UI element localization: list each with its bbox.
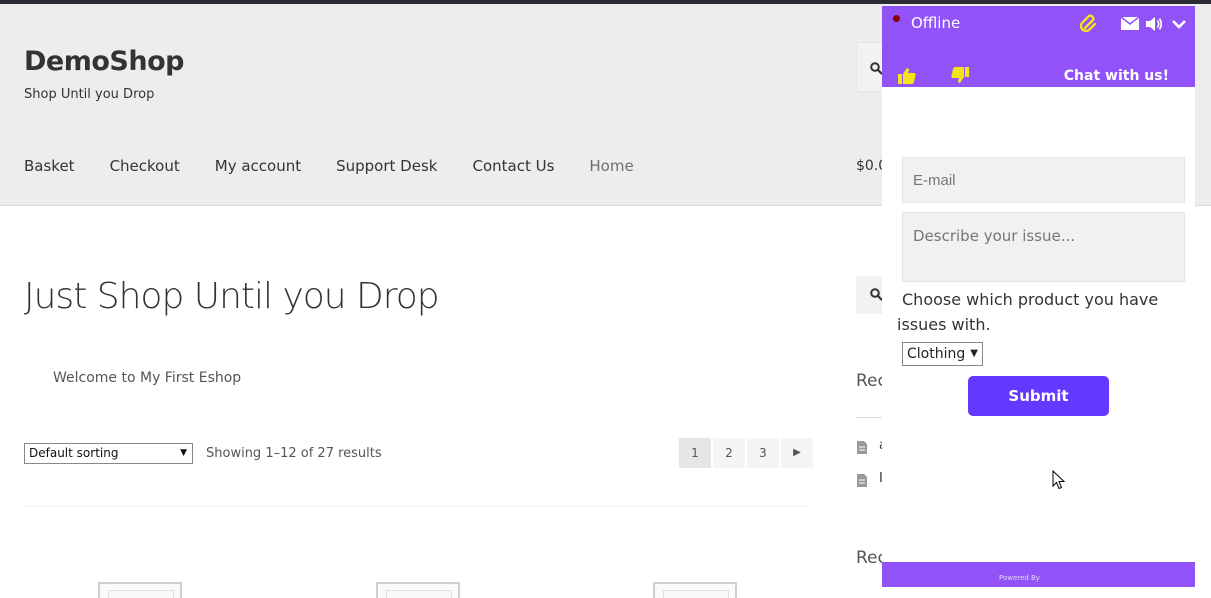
product-image[interactable] <box>653 582 737 598</box>
thumbs-up-icon[interactable] <box>898 67 916 84</box>
thumbs-down-icon[interactable] <box>951 67 969 84</box>
page-button-1[interactable]: 1 <box>679 438 711 468</box>
speaker-icon[interactable] <box>1145 16 1163 32</box>
product-select[interactable]: Clothing ▼ <box>902 342 983 366</box>
product-row-divider <box>24 506 809 507</box>
dropdown-arrow-icon: ▼ <box>970 348 978 359</box>
chat-issue-textarea[interactable] <box>902 212 1185 282</box>
product-image[interactable] <box>98 582 182 598</box>
mouse-cursor-icon <box>1052 470 1065 490</box>
nav-item-checkout[interactable]: Checkout <box>110 157 180 175</box>
document-icon <box>857 441 867 454</box>
chat-status: Offline <box>911 14 961 32</box>
nav-item-support-desk[interactable]: Support Desk <box>336 157 437 175</box>
results-count: Showing 1–12 of 27 results <box>206 446 382 461</box>
page-button-3[interactable]: 3 <box>747 438 779 468</box>
dropdown-arrow-icon: ▼ <box>180 448 187 458</box>
site-logo[interactable]: DemoShop <box>24 46 184 77</box>
chat-header: Offline Chat with us! <box>882 6 1195 87</box>
next-page-button[interactable]: ▶ <box>781 438 813 468</box>
pagination: 1 2 3 ▶ <box>679 438 815 468</box>
page-button-2[interactable]: 2 <box>713 438 745 468</box>
sort-select[interactable]: Default sorting ▼ <box>24 443 193 464</box>
nav-item-basket[interactable]: Basket <box>24 157 75 175</box>
product-image[interactable] <box>376 582 460 598</box>
primary-nav: Basket Checkout My account Support Desk … <box>24 157 669 175</box>
site-tagline: Shop Until you Drop <box>24 87 155 102</box>
document-icon <box>857 474 867 487</box>
chat-with-us-button[interactable]: Chat with us! <box>1064 68 1169 84</box>
nav-item-home[interactable]: Home <box>589 157 633 175</box>
powered-by-text: Powered By <box>999 574 1040 582</box>
nav-item-contact-us[interactable]: Contact Us <box>472 157 554 175</box>
chevron-down-icon[interactable] <box>1172 20 1186 30</box>
chat-email-input[interactable] <box>902 157 1185 203</box>
product-question-label: Choose which product you have issues wit… <box>897 290 1159 334</box>
submit-button[interactable]: Submit <box>968 376 1109 416</box>
welcome-text: Welcome to My First Eshop <box>53 370 242 386</box>
chat-widget: Offline Chat with us! Choose which produ… <box>882 6 1195 588</box>
status-dot <box>893 15 900 22</box>
page-title: Just Shop Until you Drop <box>24 276 440 317</box>
nav-item-my-account[interactable]: My account <box>215 157 301 175</box>
product-select-value: Clothing <box>907 346 966 362</box>
sort-select-value: Default sorting <box>29 446 119 460</box>
chevron-right-icon: ▶ <box>793 447 801 458</box>
paperclip-icon[interactable] <box>1079 14 1099 34</box>
mail-icon[interactable] <box>1121 17 1139 30</box>
